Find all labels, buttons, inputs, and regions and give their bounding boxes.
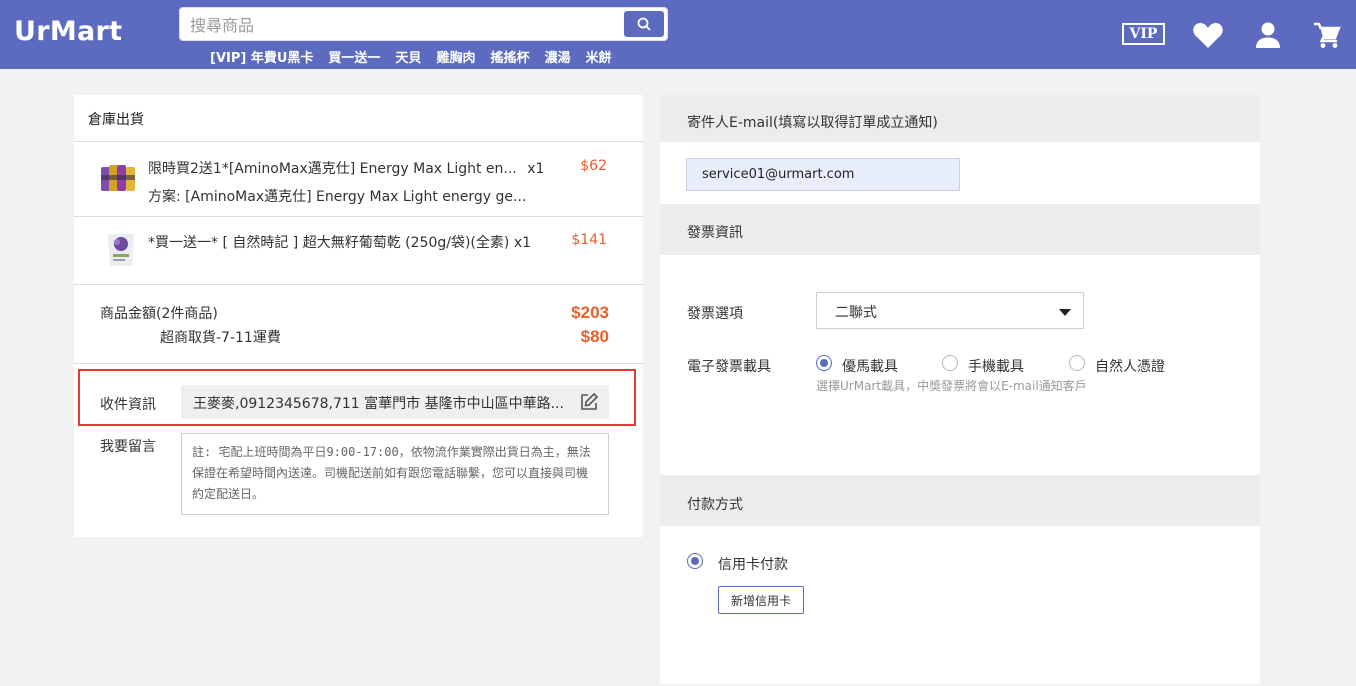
item-plan: 方案: [AminoMax邁克仕] Energy Max Light energ…: [148, 189, 527, 205]
carrier-label: 電子發票載具: [687, 359, 771, 375]
heart-icon: [1193, 22, 1223, 48]
cart-button[interactable]: [1311, 19, 1343, 51]
top-header: UrMart [VIP] 年費U黑卡 買一送一 天貝 雞胸肉 搖搖杯 濃湯 米餅…: [0, 0, 1356, 69]
item-price: $141: [571, 232, 607, 248]
divider: [74, 284, 643, 285]
divider: [74, 141, 643, 142]
carrier-option-mobile[interactable]: 手機載具: [968, 356, 1024, 376]
email-field[interactable]: [686, 158, 960, 191]
item-name[interactable]: *買一送一* [ 自然時記 ] 超大無籽葡萄乾 (250g/袋)(全素): [148, 235, 509, 251]
item-name[interactable]: 限時買2送1*[AminoMax邁克仕] Energy Max Light en…: [148, 161, 517, 177]
hot-link-shaker[interactable]: 搖搖杯: [490, 47, 529, 66]
carrier-option-urmart[interactable]: 優馬載具: [842, 356, 898, 376]
hot-link-tempeh[interactable]: 天貝: [395, 47, 421, 66]
wishlist-button[interactable]: [1192, 19, 1224, 51]
account-button[interactable]: [1252, 19, 1284, 51]
shipping-label: 超商取貨-7-11運費: [160, 330, 281, 346]
vip-button[interactable]: VIP: [1122, 23, 1165, 45]
note-textarea[interactable]: 註: 宅配上班時間為平日9:00-17:00，依物流作業實際出貨日為主，無法保證…: [181, 433, 609, 515]
invoice-type-select[interactable]: 二聯式: [816, 292, 1084, 329]
shipping-value: $80: [580, 327, 609, 346]
search-bar: [179, 7, 668, 41]
payment-radio-credit[interactable]: [687, 553, 703, 569]
invoice-header: 發票資訊: [660, 204, 1260, 255]
carrier-radio-citizen[interactable]: [1069, 355, 1085, 371]
carrier-radio-mobile[interactable]: [942, 355, 958, 371]
sender-email-title: 寄件人E-mail(填寫以取得訂單成立通知): [687, 115, 938, 131]
carrier-hint: 選擇UrMart載具，中獎發票將會以E-mail通知客戶: [816, 379, 1087, 393]
add-card-button[interactable]: 新增信用卡: [718, 586, 804, 614]
carrier-radio-urmart[interactable]: [816, 355, 832, 371]
product-thumbnail: [101, 165, 135, 191]
search-input[interactable]: [190, 13, 610, 37]
invoice-title: 發票資訊: [687, 225, 743, 241]
chevron-down-icon: [1059, 309, 1071, 316]
item-qty: x1: [527, 161, 545, 177]
hot-link-chicken[interactable]: 雞胸肉: [436, 47, 475, 66]
hot-links: [VIP] 年費U黑卡 買一送一 天貝 雞胸肉 搖搖杯 濃湯 米餅: [210, 47, 612, 66]
item-price: $62: [580, 158, 607, 174]
hot-link-soup[interactable]: 濃湯: [544, 47, 570, 66]
subtotal-value: $203: [571, 303, 609, 322]
invoice-option-label: 發票選項: [687, 306, 743, 322]
invoice-type-value: 二聯式: [835, 305, 877, 321]
carrier-option-citizen[interactable]: 自然人憑證: [1095, 356, 1165, 376]
user-icon: [1256, 22, 1280, 48]
cart-icon: [1314, 22, 1341, 48]
search-button[interactable]: [624, 11, 664, 37]
payment-option-credit[interactable]: 信用卡付款: [718, 554, 788, 574]
payment-title: 付款方式: [687, 497, 743, 513]
warehouse-title: 倉庫出貨: [88, 112, 144, 128]
order-summary-panel: 倉庫出貨 限時買2送1*[AminoMax邁克仕] Energy Max Lig…: [74, 95, 643, 537]
item-qty: x1: [513, 235, 532, 251]
hot-link-bogo[interactable]: 買一送一: [328, 47, 380, 66]
subtotal-label: 商品金額(2件商品): [100, 306, 218, 322]
payment-header: 付款方式: [660, 475, 1260, 526]
hot-link-vip[interactable]: [VIP] 年費U黑卡: [210, 47, 313, 66]
divider: [74, 216, 643, 217]
product-thumbnail: [108, 234, 134, 266]
sender-email-header: 寄件人E-mail(填寫以取得訂單成立通知): [660, 95, 1260, 142]
note-label: 我要留言: [100, 439, 156, 455]
recipient-highlight: [78, 369, 636, 426]
hot-link-ricecake[interactable]: 米餅: [585, 47, 611, 66]
divider: [74, 363, 643, 364]
site-logo[interactable]: UrMart: [14, 16, 122, 47]
search-icon: [637, 17, 651, 31]
